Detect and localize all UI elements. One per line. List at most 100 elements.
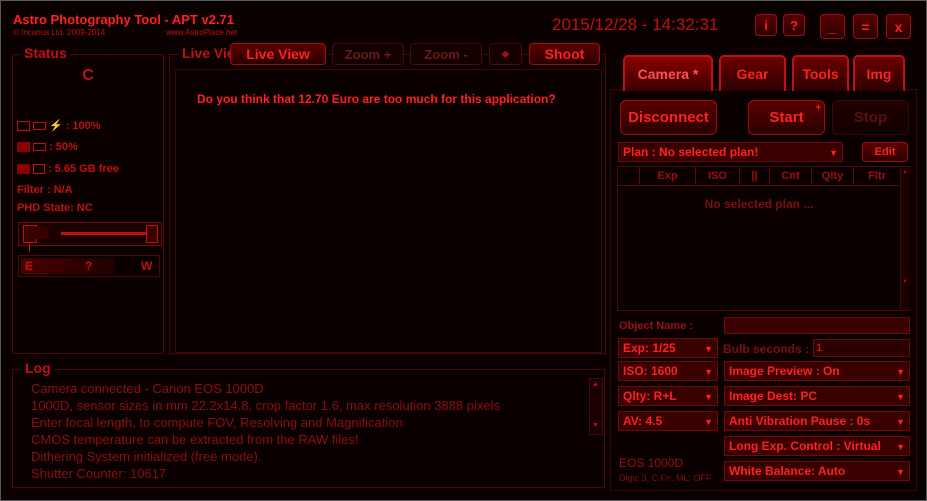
- plan-scroll-down-icon[interactable]: ▼: [902, 279, 908, 285]
- log-text: Camera connected - Canon EOS 1000D 1000D,…: [31, 380, 500, 482]
- status-letter: C: [82, 67, 94, 84]
- status-panel: Status C ⚡ : 100% : 50% : 5.65 GB free F…: [12, 45, 164, 354]
- scroll-down-icon[interactable]: ▼: [592, 422, 599, 429]
- log-line: Dithering System initialized (free mode)…: [31, 449, 262, 464]
- focus-unknown-label: ?: [85, 259, 93, 273]
- anti-vibration-select[interactable]: Anti Vibration Pause : 0s ▼: [724, 411, 910, 431]
- camera-model-info: Digic 3, C.Fn. ML: OFF: [619, 473, 712, 483]
- table-col-count[interactable]: Cnt: [770, 167, 812, 184]
- computer-icon: [17, 120, 30, 131]
- zoom-in-button[interactable]: Zoom +: [332, 43, 404, 65]
- liveview-image-area: [175, 69, 602, 353]
- white-balance-select[interactable]: White Balance: Auto ▼: [724, 461, 910, 481]
- disk-icon: [17, 164, 30, 174]
- table-col-exp[interactable]: Exp: [640, 167, 696, 184]
- object-name-input[interactable]: [724, 317, 910, 334]
- focus-direction-fill: [21, 258, 115, 274]
- focus-handle-left[interactable]: [23, 225, 37, 243]
- datetime: 2015/12/28 - 14:32:31: [552, 15, 719, 34]
- phd-status: PHD State: NC: [17, 202, 93, 214]
- plan-scrollbar[interactable]: ▲ ▼: [900, 167, 911, 310]
- close-button[interactable]: x: [886, 14, 911, 39]
- chevron-down-icon: ▼: [896, 467, 905, 477]
- info-button[interactable]: i: [755, 14, 777, 36]
- scroll-up-icon[interactable]: ▲: [592, 381, 599, 388]
- exposure-select[interactable]: Exp: 1/25 ▼: [618, 338, 718, 358]
- bulb-seconds-input[interactable]: [813, 339, 910, 357]
- plan-scroll-up-icon[interactable]: ▲: [902, 169, 908, 175]
- focus-step: [36, 227, 48, 239]
- maximize-button[interactable]: =: [853, 14, 878, 39]
- log-line: Camera connected - Canon EOS 1000D: [31, 381, 264, 396]
- card-icon: [33, 164, 45, 174]
- focus-slider[interactable]: [18, 222, 162, 246]
- quality-select[interactable]: Qlty: R+L ▼: [618, 386, 718, 406]
- camera-battery-icon: [33, 121, 46, 130]
- disconnect-button[interactable]: Disconnect: [620, 100, 717, 135]
- power-icon: ⚡: [49, 120, 63, 132]
- focus-e-label[interactable]: E: [25, 259, 33, 273]
- plan-table: Exp ISO || Cnt Qlty Fltr No selected pla…: [617, 166, 911, 311]
- quality-select-value: Qlty: R+L: [623, 389, 677, 403]
- crosshair-button[interactable]: ⌖: [489, 43, 522, 65]
- chevron-down-icon: ▼: [896, 392, 905, 402]
- app-title: Astro Photography Tool - APT v2.71: [13, 12, 235, 27]
- image-dest-select[interactable]: Image Dest: PC ▼: [724, 386, 910, 406]
- chevron-down-icon: ▼: [896, 417, 905, 427]
- copyright: © Incanus Ltd. 2009-2014: [13, 28, 106, 37]
- battery-row: ⚡ : 100%: [17, 119, 101, 132]
- plan-table-header: Exp ISO || Cnt Qlty Fltr: [618, 167, 900, 186]
- start-plus: +: [815, 102, 821, 112]
- website-link[interactable]: www.AstroPlace.net: [166, 28, 237, 37]
- battery2-row: : 50%: [17, 141, 78, 153]
- table-col-iso[interactable]: ISO: [696, 167, 740, 184]
- aperture-select[interactable]: AV: 4.5 ▼: [618, 411, 718, 431]
- storage-row: : 5.65 GB free: [17, 163, 119, 175]
- live-view-button[interactable]: Live View: [230, 43, 326, 65]
- focus-direction: E ? W: [18, 255, 160, 277]
- long-exposure-value: Long Exp. Control : Virtual: [729, 439, 881, 453]
- plan-select[interactable]: Plan : No selected plan! ▼: [618, 142, 843, 162]
- tab-img[interactable]: Img: [853, 55, 905, 91]
- plan-select-value: Plan : No selected plan!: [623, 145, 759, 159]
- start-label: Start: [769, 109, 804, 126]
- image-preview-select[interactable]: Image Preview : On ▼: [724, 361, 910, 381]
- battery-value: : 100%: [65, 119, 101, 132]
- chevron-down-icon: ▼: [704, 367, 713, 377]
- log-line: Shutter Counter: 10617: [31, 466, 167, 481]
- filter-status: Filter : N/A: [17, 184, 73, 196]
- anti-vibration-value: Anti Vibration Pause : 0s: [729, 414, 871, 428]
- shoot-button[interactable]: Shoot: [529, 43, 600, 65]
- laptop-icon: [17, 142, 30, 152]
- table-col-quality[interactable]: Qlty: [812, 167, 854, 184]
- image-dest-value: Image Dest: PC: [729, 389, 818, 403]
- app-window: Astro Photography Tool - APT v2.71 © Inc…: [0, 0, 927, 501]
- log-line: Enter focal length, to compute FOV, Reso…: [31, 415, 403, 430]
- chevron-down-icon: ▼: [704, 392, 713, 402]
- tab-camera[interactable]: Camera *: [623, 55, 713, 91]
- focus-track: [61, 232, 151, 235]
- edit-plan-button[interactable]: Edit: [862, 142, 908, 162]
- exposure-select-value: Exp: 1/25: [623, 341, 676, 355]
- help-button[interactable]: ?: [783, 14, 805, 36]
- log-scrollbar[interactable]: ▲ ▼: [589, 378, 603, 435]
- table-col-filter[interactable]: Fltr: [854, 167, 900, 184]
- chevron-down-icon: ▼: [704, 417, 713, 427]
- bulb-seconds-label: Bulb seconds :: [723, 342, 810, 356]
- tab-gear[interactable]: Gear: [719, 55, 786, 91]
- iso-select[interactable]: ISO: 1600 ▼: [618, 361, 718, 381]
- battery2-value: : 50%: [49, 141, 78, 153]
- start-button[interactable]: Start +: [748, 100, 825, 135]
- battery-icon: [33, 143, 46, 151]
- table-col-pause[interactable]: ||: [740, 167, 770, 184]
- long-exposure-select[interactable]: Long Exp. Control : Virtual ▼: [724, 436, 910, 456]
- storage-value: : 5.65 GB free: [48, 163, 119, 175]
- stop-button[interactable]: Stop: [832, 100, 909, 135]
- minimize-button[interactable]: _: [820, 14, 845, 39]
- focus-w-label[interactable]: W: [141, 259, 152, 273]
- liveview-panel: Live View Do you think that 12.70 Euro a…: [169, 45, 606, 354]
- zoom-out-button[interactable]: Zoom -: [410, 43, 482, 65]
- tab-tools[interactable]: Tools: [792, 55, 849, 91]
- crosshair-icon: ⌖: [501, 45, 510, 62]
- focus-handle-right[interactable]: [146, 225, 158, 243]
